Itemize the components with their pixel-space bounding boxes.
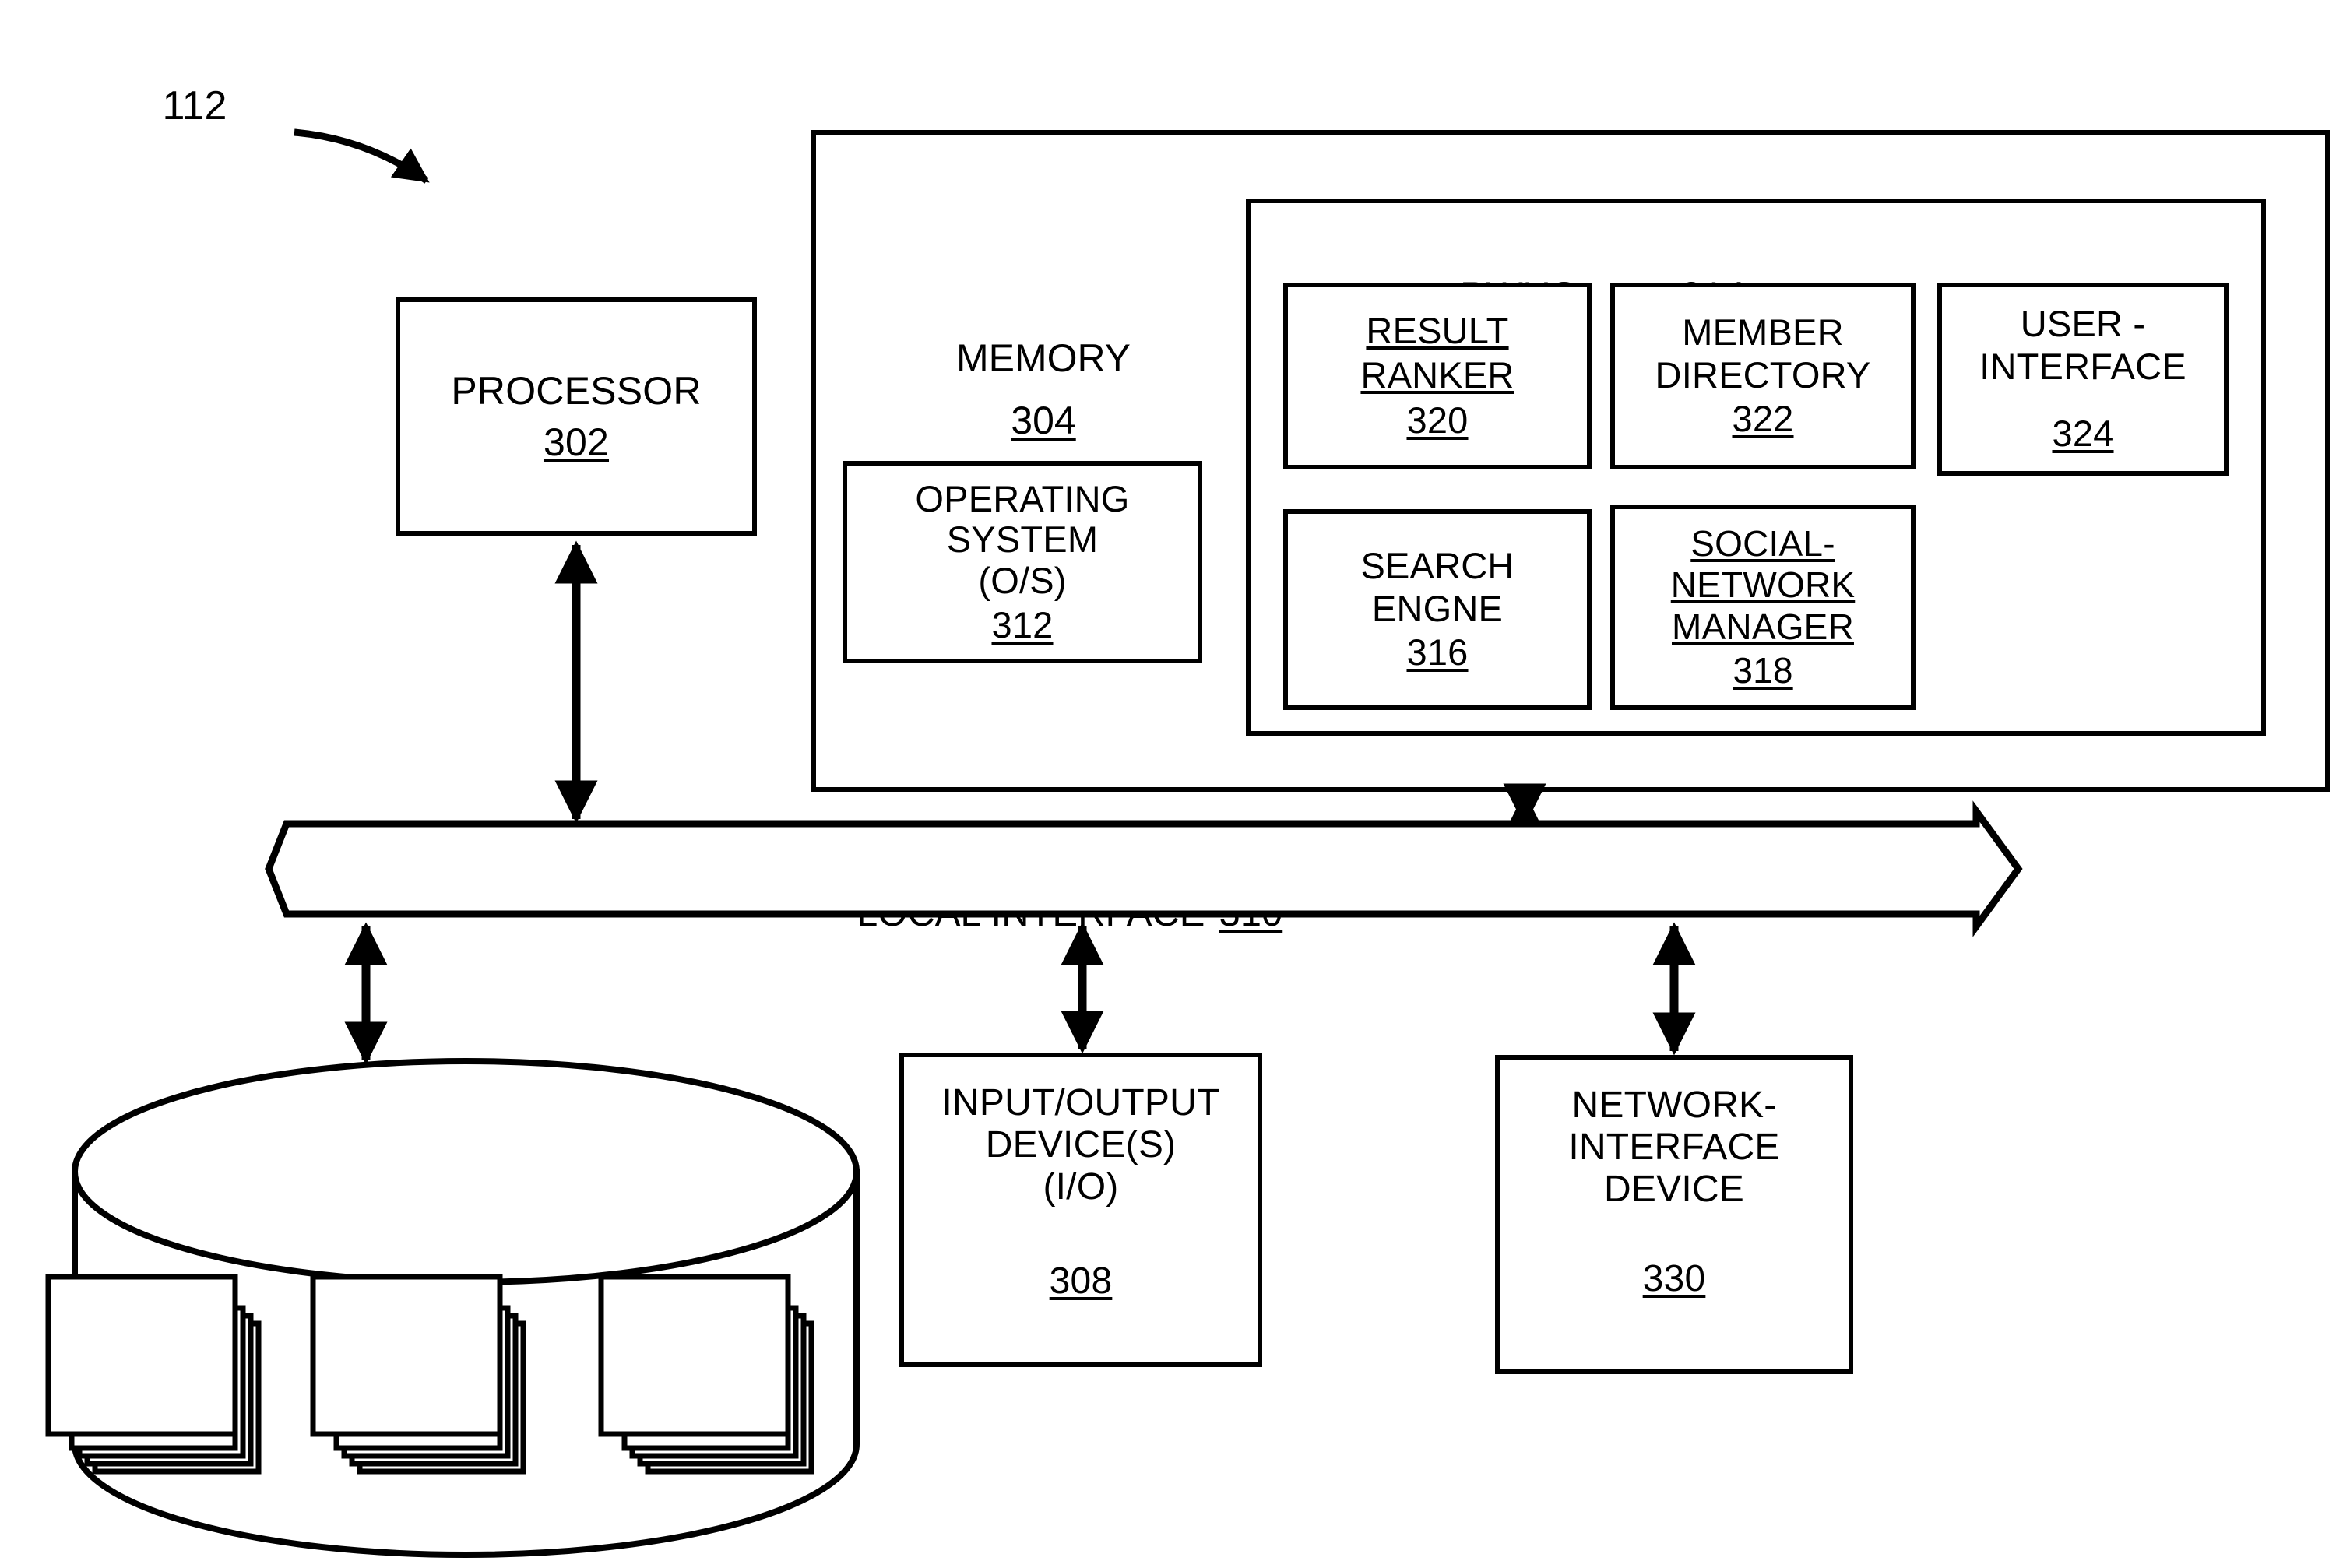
- database-stack-ref-332: 332: [698, 1360, 763, 1404]
- user-interface-ref: 324: [2052, 413, 2114, 455]
- figure-callout-arrow: [294, 128, 430, 184]
- memory-ref: 304: [1011, 399, 1076, 442]
- database-ref: 306: [434, 1154, 500, 1197]
- local-interface-label: LOCAL INTERFACE 310: [857, 891, 1283, 934]
- figure-callout-112: 112: [162, 83, 227, 129]
- search-engine-ref: 316: [1406, 631, 1469, 673]
- processor-title: PROCESSOR: [451, 369, 702, 413]
- social-network-manager-title-line1: SOCIAL-: [1690, 522, 1835, 564]
- member-directory-title-line2: DIRECTORY: [1655, 353, 1871, 396]
- operating-system-ref: 312: [991, 603, 1054, 645]
- user-interface-box: USER - INTERFACE 324: [1937, 283, 2229, 476]
- social-network-manager-title-line2: NETWORK: [1670, 564, 1856, 606]
- processor-ref: 302: [543, 420, 610, 464]
- social-network-manager-box: SOCIAL- NETWORK MANAGER 318: [1610, 505, 1916, 710]
- search-engine-title-line2: ENGNE: [1371, 587, 1504, 629]
- network-interface-device-ref: 330: [1642, 1258, 1706, 1300]
- social-network-manager-ref: 318: [1733, 649, 1793, 691]
- member-directory-title-line1: MEMBER: [1682, 311, 1844, 353]
- result-ranker-ref: 320: [1406, 399, 1469, 441]
- result-ranker-title-line1: RESULT: [1366, 310, 1509, 352]
- io-device-box: INPUT/OUTPUT DEVICE(S) (I/O) 308: [899, 1053, 1262, 1367]
- member-directory-box: MEMBER DIRECTORY 322: [1610, 283, 1916, 469]
- user-interface-title-line2: INTERFACE: [1979, 345, 2186, 387]
- search-engine-title-line1: SEARCH: [1360, 545, 1514, 587]
- operating-system-box: OPERATING SYSTEM (O/S) 312: [843, 461, 1202, 663]
- io-device-title: INPUT/OUTPUT DEVICE(S) (I/O): [941, 1082, 1220, 1208]
- io-device-ref: 308: [1049, 1260, 1113, 1303]
- patent-figure-canvas: 112 PROCESSOR 302 MEMORY 304 OPERATING S…: [0, 0, 2350, 1568]
- local-interface-ref: 310: [1219, 891, 1283, 934]
- network-interface-device-title: NETWORK- INTERFACE DEVICE: [1568, 1085, 1780, 1210]
- result-ranker-box: RESULT RANKER 320: [1283, 283, 1592, 469]
- database-stack-ref-326: 326: [145, 1360, 210, 1404]
- search-engine-box: SEARCH ENGNE 316: [1283, 509, 1592, 710]
- social-network-manager-title-line3: MANAGER: [1672, 606, 1854, 647]
- result-ranker-title-line2: RANKER: [1360, 353, 1514, 396]
- processor-box: PROCESSOR 302: [396, 297, 757, 536]
- database-stack-ref-328: 328: [410, 1360, 475, 1404]
- member-directory-ref: 322: [1732, 398, 1794, 440]
- operating-system-title: OPERATING SYSTEM (O/S): [915, 477, 1130, 601]
- network-interface-device-box: NETWORK- INTERFACE DEVICE 330: [1495, 1055, 1853, 1374]
- user-interface-title-line1: USER -: [2020, 303, 2146, 345]
